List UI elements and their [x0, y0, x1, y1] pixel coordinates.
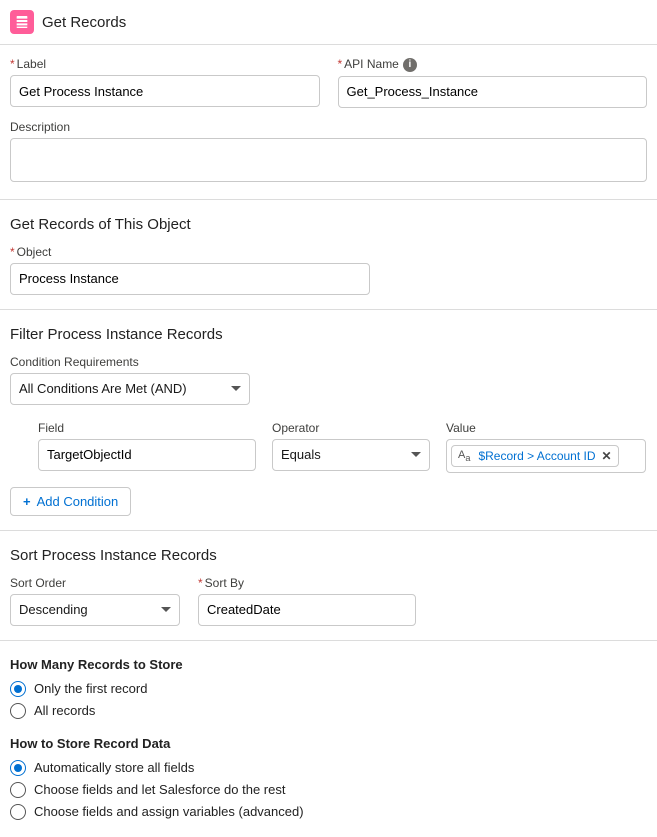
filter-section: Filter Process Instance Records Conditio… — [0, 310, 657, 530]
radio-all-records[interactable]: All records — [10, 700, 647, 722]
label-label: *Label — [10, 57, 320, 71]
radio-icon — [10, 703, 26, 719]
chevron-down-icon — [161, 607, 171, 612]
radio-choose-fields[interactable]: Choose fields and let Salesforce do the … — [10, 779, 647, 801]
sort-section: Sort Process Instance Records Sort Order… — [0, 531, 657, 640]
radio-choose-assign[interactable]: Choose fields and assign variables (adva… — [10, 801, 647, 823]
chevron-down-icon — [231, 386, 241, 391]
label-input[interactable] — [10, 75, 320, 107]
radio-auto-store[interactable]: Automatically store all fields — [10, 757, 647, 779]
object-section: Get Records of This Object *Object — [0, 200, 657, 309]
value-label: Value — [446, 421, 646, 435]
description-label: Description — [10, 120, 647, 134]
store-section: How Many Records to Store Only the first… — [0, 641, 657, 837]
operator-label: Operator — [272, 421, 430, 435]
sort-by-label: *Sort By — [198, 576, 416, 590]
radio-icon — [10, 681, 26, 697]
store-data-heading: How to Store Record Data — [10, 736, 647, 751]
get-records-icon — [10, 10, 34, 34]
condition-requirements-select[interactable]: All Conditions Are Met (AND) — [10, 373, 250, 405]
operator-select[interactable]: Equals — [272, 439, 430, 471]
sort-order-select[interactable]: Descending — [10, 594, 180, 626]
radio-icon — [10, 782, 26, 798]
basic-section: *Label *API Namei Description — [0, 45, 657, 199]
store-data-group: Automatically store all fields Choose fi… — [10, 757, 647, 823]
condition-requirements-value: All Conditions Are Met (AND) — [19, 381, 187, 396]
info-icon[interactable]: i — [403, 58, 417, 72]
value-input[interactable]: Aa $Record > Account ID ✕ — [446, 439, 646, 473]
chevron-down-icon — [411, 452, 421, 457]
filter-heading: Filter Process Instance Records — [10, 326, 647, 343]
radio-icon — [10, 760, 26, 776]
sort-heading: Sort Process Instance Records — [10, 547, 647, 564]
object-input[interactable] — [10, 263, 370, 295]
panel-header: Get Records — [0, 0, 657, 44]
record-count-group: Only the first record All records — [10, 678, 647, 722]
record-count-heading: How Many Records to Store — [10, 657, 647, 672]
description-input[interactable] — [10, 138, 647, 182]
text-type-icon: Aa — [458, 449, 470, 463]
radio-icon — [10, 804, 26, 820]
remove-pill-icon[interactable]: ✕ — [602, 449, 612, 463]
field-label: Field — [38, 421, 256, 435]
plus-icon: + — [23, 494, 31, 509]
api-name-label: *API Namei — [338, 57, 648, 72]
sort-by-input[interactable] — [198, 594, 416, 626]
condition-row: Field Operator Equals Value Aa $Record >… — [38, 421, 647, 473]
radio-first-record[interactable]: Only the first record — [10, 678, 647, 700]
api-name-input[interactable] — [338, 76, 648, 108]
add-condition-button[interactable]: + Add Condition — [10, 487, 131, 516]
object-label: *Object — [10, 245, 647, 259]
value-pill: Aa $Record > Account ID ✕ — [451, 445, 619, 467]
field-input[interactable] — [38, 439, 256, 471]
object-heading: Get Records of This Object — [10, 216, 647, 233]
sort-order-label: Sort Order — [10, 576, 180, 590]
panel-title: Get Records — [42, 14, 126, 31]
condition-requirements-label: Condition Requirements — [10, 355, 647, 369]
